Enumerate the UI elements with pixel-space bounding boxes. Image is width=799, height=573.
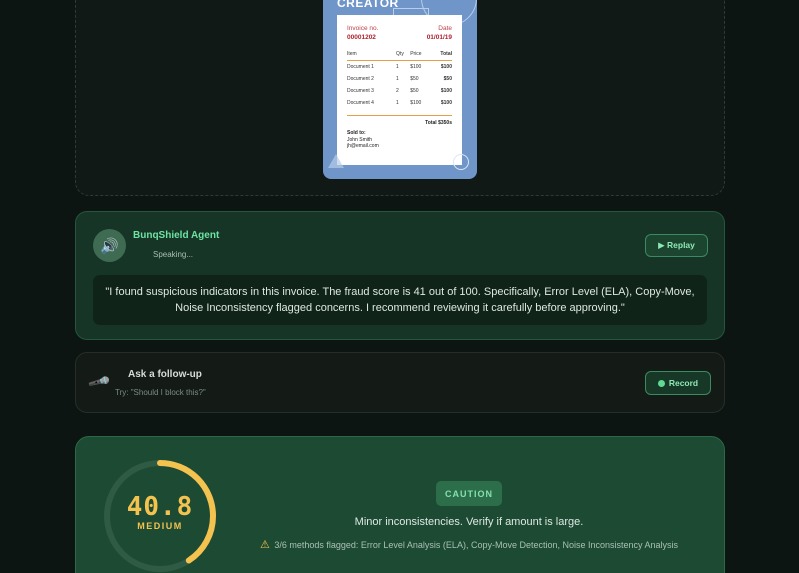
record-dot-icon — [657, 379, 665, 387]
speaker-icon: 🔊 — [93, 229, 126, 262]
table-row: Document 4 1 $100 $100 — [347, 97, 452, 109]
agent-card: 🔊 BunqShield Agent Speaking... ▶ Replay … — [75, 211, 725, 340]
agent-name: BunqShield Agent — [133, 230, 220, 241]
cell-item: Document 1 — [347, 64, 374, 70]
col-qty: Qty — [396, 51, 411, 61]
sold-to-name: John Smith — [347, 136, 373, 143]
invoice-grand-total: Total $350s — [347, 115, 452, 126]
record-label: Record — [668, 378, 699, 388]
cell-total: $100 — [440, 88, 452, 94]
status-badge: CAUTION — [436, 481, 502, 506]
score-level: MEDIUM — [137, 521, 183, 531]
replay-button[interactable]: ▶ Replay — [645, 234, 708, 257]
cell-item: Document 3 — [347, 88, 374, 94]
table-row: Document 3 2 $50 $100 — [347, 85, 452, 97]
cell-total: $100 — [440, 64, 452, 70]
methods-text: 3/6 methods flagged: Error Level Analysi… — [274, 540, 679, 550]
score-value: 40.8 — [126, 492, 194, 522]
cell-total: $50 — [443, 76, 452, 82]
col-total: Total — [430, 51, 452, 61]
followup-title: Ask a follow-up — [128, 369, 202, 380]
invoice-no: 00001202 — [347, 34, 376, 41]
invoice-items-table: Item Qty Price Total Document 1 1 $100 $… — [347, 51, 452, 109]
fraud-score-card: 40.8 MEDIUM CAUTION Minor inconsistencie… — [75, 436, 725, 573]
cell-item: Document 2 — [347, 76, 374, 82]
invoice-paper: Invoice no. 00001202 Date 01/01/19 Item … — [337, 15, 462, 165]
col-item: Item — [347, 51, 397, 61]
decorative-ring — [453, 154, 469, 170]
cell-price: $50 — [410, 76, 419, 82]
cell-price: $100 — [410, 64, 422, 70]
cell-qty: 2 — [396, 88, 399, 94]
decorative-triangle — [328, 154, 344, 168]
record-button[interactable]: Record — [645, 371, 711, 395]
cell-qty: 1 — [396, 76, 399, 82]
invoice-sold-to: Sold to: John Smith jh@email.com — [347, 130, 452, 150]
agent-message: "I found suspicious indicators in this i… — [93, 275, 707, 325]
sold-to-label: Sold to: — [347, 130, 366, 136]
cell-item: Document 4 — [347, 100, 374, 106]
methods-flagged: ⚠ 3/6 methods flagged: Error Level Analy… — [236, 538, 702, 551]
cell-price: $50 — [410, 88, 419, 94]
cell-qty: 1 — [396, 100, 399, 106]
followup-hint: Try: "Should I block this?" — [115, 388, 206, 397]
invoice-brand: CREATOR — [337, 0, 399, 10]
agent-status: Speaking... — [153, 250, 194, 259]
table-row: Document 1 1 $100 $100 — [347, 61, 452, 74]
cell-price: $100 — [410, 100, 422, 106]
invoice-no-label: Invoice no. — [347, 25, 379, 32]
warning-icon: ⚠ — [259, 539, 270, 551]
table-row: Document 2 1 $50 $50 — [347, 73, 452, 85]
followup-card: 🎤 Ask a follow-up Try: "Should I block t… — [75, 352, 725, 413]
cell-total: $100 — [440, 100, 452, 106]
sold-to-email: jh@email.com — [347, 143, 379, 149]
cell-qty: 1 — [396, 64, 399, 70]
score-verdict: Minor inconsistencies. Verify if amount … — [354, 516, 584, 528]
invoice-preview: CREATOR Invoice no. 00001202 Date 01/01/… — [323, 0, 477, 179]
microphone-icon: 🎤 — [86, 370, 112, 395]
col-price: Price — [410, 51, 431, 61]
invoice-date-label: Date — [438, 25, 452, 32]
invoice-date: 01/01/19 — [426, 34, 452, 41]
